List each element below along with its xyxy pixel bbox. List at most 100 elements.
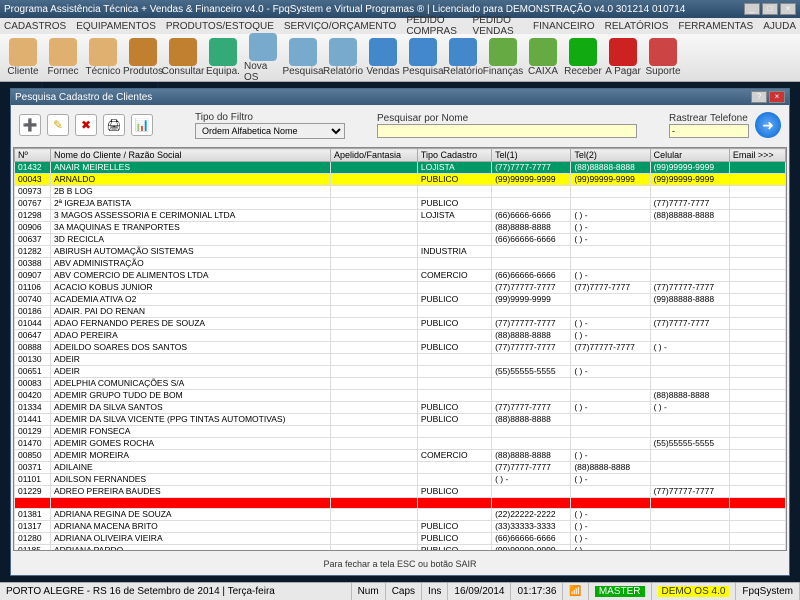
tool-técnico[interactable]: Técnico xyxy=(84,38,122,77)
tool-caixa[interactable]: CAIXA xyxy=(524,38,562,77)
tool-relatório[interactable]: Relatório xyxy=(444,38,482,77)
tool-relatório[interactable]: Relatório xyxy=(324,38,362,77)
col-header[interactable]: Celular xyxy=(650,149,729,162)
menu-relatórios[interactable]: RELATÓRIOS xyxy=(605,21,669,32)
status-demo: DEMO OS 4.0 xyxy=(658,586,730,597)
close-button[interactable]: × xyxy=(780,3,796,15)
table-row[interactable]: 01470ADEMIR GOMES ROCHA(55)55555-5555 xyxy=(15,438,786,450)
tool-pesquisa[interactable]: Pesquisa xyxy=(284,38,322,77)
menu-serviço/orçamento[interactable]: SERVIÇO/ORÇAMENTO xyxy=(284,21,396,32)
table-row[interactable]: 006373D RECICLA(66)66666-6666( ) - xyxy=(15,234,786,246)
search-name-input[interactable] xyxy=(377,124,637,138)
table-row[interactable] xyxy=(15,498,786,509)
edit-icon[interactable]: ✎ xyxy=(47,114,69,136)
table-row[interactable]: 012983 MAGOS ASSESSORIA E CERIMONIAL LTD… xyxy=(15,210,786,222)
col-header[interactable]: Apelido/Fantasia xyxy=(330,149,417,162)
window-titlebar: Programa Assistência Técnica + Vendas & … xyxy=(0,0,800,18)
table-row[interactable]: 00647ADAO PEREIRA(88)8888-8888( ) - xyxy=(15,330,786,342)
menu-ferramentas[interactable]: FERRAMENTAS xyxy=(678,21,753,32)
tool-receber[interactable]: Receber xyxy=(564,38,602,77)
table-row[interactable]: 00129ADEMIR FONSECA xyxy=(15,426,786,438)
status-num: Num xyxy=(352,583,386,600)
table-row[interactable]: 00388ABV ADMINISTRAÇÃO xyxy=(15,258,786,270)
menu-produtos/estoque[interactable]: PRODUTOS/ESTOQUE xyxy=(166,21,274,32)
minimize-button[interactable]: _ xyxy=(744,3,760,15)
table-row[interactable]: 00651ADEIR(55)55555-5555( ) - xyxy=(15,366,786,378)
search-window-title: Pesquisa Cadastro de Clientes xyxy=(15,92,152,103)
go-arrow-icon[interactable]: ➜ xyxy=(755,112,781,138)
col-header[interactable]: Nome do Cliente / Razão Social xyxy=(50,149,330,162)
table-row[interactable]: 01282ABIRUSH AUTOMAÇÃO SISTEMASINDUSTRIA xyxy=(15,246,786,258)
table-row[interactable]: 01229ADREO PEREIRA BAUDESPUBLICO(77)7777… xyxy=(15,486,786,498)
table-row[interactable]: 00907ABV COMERCIO DE ALIMENTOS LTDACOMER… xyxy=(15,270,786,282)
table-row[interactable]: 01101ADILSON FERNANDES( ) -( ) - xyxy=(15,474,786,486)
search-name-label: Pesquisar por Nome xyxy=(377,113,637,124)
status-signal-icon: 📶 xyxy=(563,583,588,600)
table-row[interactable]: 01441ADEMIR DA SILVA VICENTE (PPG TINTAS… xyxy=(15,414,786,426)
filter-bar: ➕ ✎ ✖ 🖨 📊 Tipo do Filtro Ordem Alfabetic… xyxy=(11,105,789,145)
tool-vendas[interactable]: Vendas xyxy=(364,38,402,77)
track-phone-input[interactable] xyxy=(669,124,749,138)
tool-suporte[interactable]: Suporte xyxy=(644,38,682,77)
menu-financeiro[interactable]: FINANCEIRO xyxy=(533,21,595,32)
filter-type-select[interactable]: Ordem Alfabetica Nome xyxy=(195,123,345,139)
tool-nova os[interactable]: Nova OS xyxy=(244,33,282,83)
menu-pedido vendas[interactable]: PEDIDO VENDAS xyxy=(473,15,523,37)
col-header[interactable]: Email >>> xyxy=(729,149,785,162)
status-location: PORTO ALEGRE - RS 16 de Setembro de 2014… xyxy=(0,583,352,600)
export-icon[interactable]: 📊 xyxy=(131,114,153,136)
tool-finanças[interactable]: Finanças xyxy=(484,38,522,77)
table-row[interactable]: 01185ADRIANA PARDOPUBLICO(99)99999-9999(… xyxy=(15,545,786,552)
tool-cliente[interactable]: Cliente xyxy=(4,38,42,77)
col-header[interactable]: Tel(1) xyxy=(492,149,571,162)
menu-equipamentos[interactable]: EQUIPAMENTOS xyxy=(76,21,156,32)
table-row[interactable]: 01334ADEMIR DA SILVA SANTOSPUBLICO(77)77… xyxy=(15,402,786,414)
table-row[interactable]: 009063A MAQUINAS E TRANPORTES(88)8888-88… xyxy=(15,222,786,234)
tool-produtos[interactable]: Produtos xyxy=(124,38,162,77)
tool-equipa.[interactable]: Equipa. xyxy=(204,38,242,77)
table-row[interactable]: 01106ACACIO KOBUS JUNIOR(77)77777-7777(7… xyxy=(15,282,786,294)
table-row[interactable]: 00186ADAIR. PAI DO RENAN xyxy=(15,306,786,318)
table-row[interactable]: 01280ADRIANA OLIVEIRA VIEIRAPUBLICO(66)6… xyxy=(15,533,786,545)
table-row[interactable]: 01317ADRIANA MACENA BRITOPUBLICO(33)3333… xyxy=(15,521,786,533)
menu-pedido compras[interactable]: PEDIDO COMPRAS xyxy=(406,15,462,37)
col-header[interactable]: Tel(2) xyxy=(571,149,650,162)
table-row[interactable]: 00130ADEIR xyxy=(15,354,786,366)
table-row[interactable]: 00740ACADEMIA ATIVA O2PUBLICO(99)9999-99… xyxy=(15,294,786,306)
col-header[interactable]: Tipo Cadastro xyxy=(417,149,491,162)
table-row[interactable]: 01044ADAO FERNANDO PERES DE SOUZAPUBLICO… xyxy=(15,318,786,330)
tool-a pagar[interactable]: A Pagar xyxy=(604,38,642,77)
main-toolbar: ClienteFornecTécnicoProdutosConsultarEqu… xyxy=(0,34,800,82)
filter-type-label: Tipo do Filtro xyxy=(195,112,345,123)
menu-cadastros[interactable]: CADASTROS xyxy=(4,21,66,32)
search-window-titlebar: Pesquisa Cadastro de Clientes ? × xyxy=(11,89,789,105)
tool-fornec[interactable]: Fornec xyxy=(44,38,82,77)
table-row[interactable]: 00371ADILAINE(77)7777-7777(88)8888-8888 xyxy=(15,462,786,474)
inner-help-button[interactable]: ? xyxy=(751,91,767,103)
table-row[interactable]: 01381ADRIANA REGINA DE SOUZA(22)22222-22… xyxy=(15,509,786,521)
maximize-button[interactable]: □ xyxy=(762,3,778,15)
print-icon[interactable]: 🖨 xyxy=(103,114,125,136)
clients-grid[interactable]: NºNome do Cliente / Razão SocialApelido/… xyxy=(13,147,787,551)
table-row[interactable]: 007672ª IGREJA BATISTAPUBLICO(77)7777-77… xyxy=(15,198,786,210)
add-icon[interactable]: ➕ xyxy=(19,114,41,136)
status-caps: Caps xyxy=(386,583,422,600)
app-title: Programa Assistência Técnica + Vendas & … xyxy=(4,4,685,15)
track-phone-label: Rastrear Telefone xyxy=(669,113,749,124)
col-header[interactable]: Nº xyxy=(15,149,51,162)
table-row[interactable]: 00043ARNALDOPUBLICO(99)99999-9999(99)999… xyxy=(15,174,786,186)
delete-icon[interactable]: ✖ xyxy=(75,114,97,136)
table-row[interactable]: 00083ADELPHIA COMUNICAÇÕES S/A xyxy=(15,378,786,390)
menu-ajuda[interactable]: AJUDA xyxy=(763,21,796,32)
tool-consultar[interactable]: Consultar xyxy=(164,38,202,77)
inner-close-button[interactable]: × xyxy=(769,91,785,103)
table-row[interactable]: 009732B B LOG xyxy=(15,186,786,198)
search-window: Pesquisa Cadastro de Clientes ? × ➕ ✎ ✖ … xyxy=(10,88,790,576)
status-bar: PORTO ALEGRE - RS 16 de Setembro de 2014… xyxy=(0,582,800,600)
table-row[interactable]: 00420ADEMIR GRUPO TUDO DE BOM(88)8888-88… xyxy=(15,390,786,402)
table-row[interactable]: 01432ANAIR MEIRELLESLOJISTA(77)7777-7777… xyxy=(15,162,786,174)
status-time: 01:17:36 xyxy=(511,583,563,600)
tool-pesquisa[interactable]: Pesquisa xyxy=(404,38,442,77)
table-row[interactable]: 00888ADEILDO SOARES DOS SANTOSPUBLICO(77… xyxy=(15,342,786,354)
table-row[interactable]: 00850ADEMIR MOREIRACOMERCIO(88)8888-8888… xyxy=(15,450,786,462)
